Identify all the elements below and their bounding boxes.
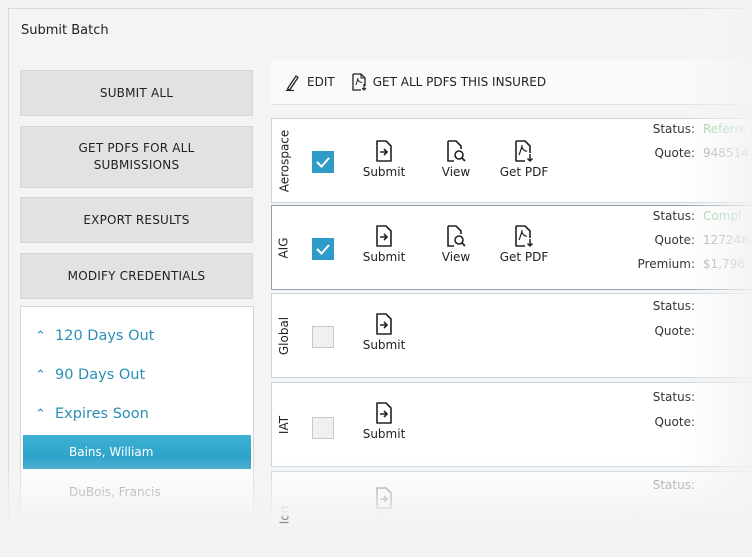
caret-up-icon: ⌃ xyxy=(35,367,46,383)
submit-icon xyxy=(376,487,392,509)
carrier-checkbox[interactable] xyxy=(312,151,334,173)
view-action-button[interactable]: View xyxy=(426,139,486,179)
tree-group-90-days-out[interactable]: ⌃ 90 Days Out xyxy=(21,358,145,392)
submit-action-button[interactable]: Submit xyxy=(354,401,414,441)
pencil-icon xyxy=(286,75,299,91)
checkmark-icon xyxy=(316,244,330,255)
carrier-checkbox[interactable] xyxy=(312,417,334,439)
submit-all-button[interactable]: SUBMIT ALL xyxy=(20,70,253,116)
status-label: Status: xyxy=(652,299,695,313)
view-document-icon xyxy=(447,140,466,162)
quote-value: 127246 xyxy=(703,233,749,247)
status-value: Referre xyxy=(703,122,747,136)
carrier-name: Aerospace xyxy=(277,129,292,192)
toolbar: EDIT GET ALL PDFS THIS INSURED xyxy=(271,60,752,105)
modify-credentials-button[interactable]: MODIFY CREDENTIALS xyxy=(20,253,253,299)
submit-icon xyxy=(376,313,392,335)
caret-up-icon: ⌃ xyxy=(35,406,46,422)
submit-icon xyxy=(376,402,392,424)
carrier-name: IAT xyxy=(277,415,291,434)
tree-group-label: Expires Soon xyxy=(55,406,149,422)
tree-group-label: 120 Days Out xyxy=(55,328,155,344)
carrier-row-ion: Ion Status: xyxy=(271,471,752,524)
quote-label: Quote: xyxy=(654,146,695,160)
tree-item-bains-william[interactable]: Bains, William xyxy=(23,435,251,469)
status-label: Status: xyxy=(652,122,695,136)
view-document-icon xyxy=(447,225,466,247)
get-pdf-action-button[interactable]: Get PDF xyxy=(494,224,554,264)
carrier-row-iat: IAT Submit Status: Quote: xyxy=(271,382,752,467)
carrier-row-aerospace: Aerospace Submit View Get PDF Status: Re… xyxy=(271,118,752,203)
tree-group-label: 90 Days Out xyxy=(55,367,146,383)
carrier-row-global: Global Submit Status: Quote: xyxy=(271,293,752,378)
status-label: Status: xyxy=(652,209,695,223)
submit-icon xyxy=(376,225,392,247)
pdf-download-icon xyxy=(352,73,367,91)
window-title: Submit Batch xyxy=(21,23,109,38)
submit-icon xyxy=(376,140,392,162)
premium-value: $1,796 xyxy=(703,257,745,271)
get-pdfs-all-submissions-button[interactable]: GET PDFS FOR ALL SUBMISSIONS xyxy=(20,126,253,188)
submit-action-button[interactable]: Submit xyxy=(354,312,414,352)
carrier-checkbox[interactable] xyxy=(312,326,334,348)
carrier-name: AIG xyxy=(276,236,291,259)
carrier-checkbox[interactable] xyxy=(312,238,334,260)
quote-label: Quote: xyxy=(654,324,695,338)
status-label: Status: xyxy=(652,390,695,404)
tree-group-120-days-out[interactable]: ⌃ 120 Days Out xyxy=(21,319,154,353)
submit-action-button[interactable] xyxy=(354,486,414,512)
pdf-download-icon xyxy=(515,140,534,163)
carrier-name: Global xyxy=(277,316,291,355)
view-action-button[interactable]: View xyxy=(426,224,486,264)
carrier-row-aig: AIG Submit View Get PDF Status: Compl Qu… xyxy=(271,205,752,290)
submit-action-button[interactable]: Submit xyxy=(354,139,414,179)
quote-label: Quote: xyxy=(654,233,695,247)
status-value: Compl xyxy=(703,209,742,223)
pdf-download-icon xyxy=(515,225,534,248)
get-pdf-action-button[interactable]: Get PDF xyxy=(494,139,554,179)
checkmark-icon xyxy=(316,157,330,168)
main-panel: EDIT GET ALL PDFS THIS INSURED Aerospace… xyxy=(271,60,752,524)
export-results-button[interactable]: EXPORT RESULTS xyxy=(20,197,253,243)
tree-item-dubois-francis[interactable]: DuBois, Francis xyxy=(23,475,251,509)
insured-tree: ⌃ 120 Days Out ⌃ 90 Days Out ⌃ Expires S… xyxy=(20,306,254,516)
edit-label: EDIT xyxy=(307,75,335,89)
quote-label: Quote: xyxy=(654,415,695,429)
quote-value: 948514 xyxy=(703,146,749,160)
status-label: Status: xyxy=(652,478,695,492)
submit-action-button[interactable]: Submit xyxy=(354,224,414,264)
edit-button[interactable]: EDIT xyxy=(285,73,335,91)
get-all-pdfs-this-insured-button[interactable]: GET ALL PDFS THIS INSURED xyxy=(351,73,546,91)
carrier-name: Ion xyxy=(277,505,291,524)
premium-label: Premium: xyxy=(637,257,695,271)
get-all-pdfs-label: GET ALL PDFS THIS INSURED xyxy=(372,75,547,89)
tree-group-expires-soon[interactable]: ⌃ Expires Soon xyxy=(21,397,149,431)
caret-up-icon: ⌃ xyxy=(35,328,46,344)
